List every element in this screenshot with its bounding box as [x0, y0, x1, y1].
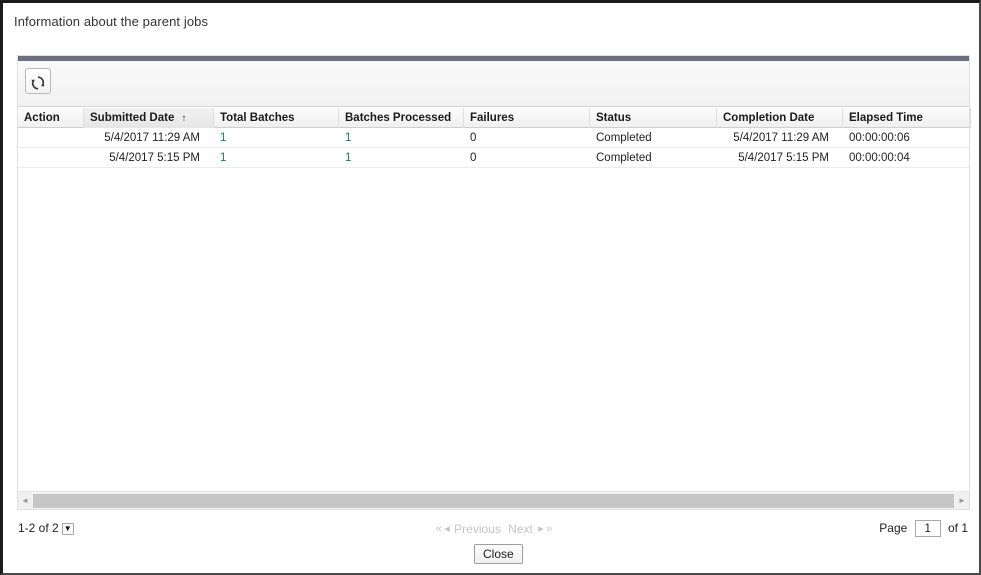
- column-header-status[interactable]: Status: [590, 108, 717, 128]
- previous-page-button[interactable]: Previous: [454, 522, 501, 536]
- cell-total-batches[interactable]: 1: [214, 148, 339, 168]
- sort-ascending-icon: ↑: [181, 113, 187, 124]
- column-header-label: Failures: [470, 112, 515, 124]
- cell-batches-processed[interactable]: 1: [339, 128, 464, 148]
- refresh-icon: [26, 74, 50, 92]
- cell-action: [18, 148, 84, 168]
- column-header-label: Action: [24, 112, 60, 124]
- next-page-button[interactable]: Next: [508, 522, 533, 536]
- cell-completion-date: 5/4/2017 11:29 AM: [733, 132, 829, 144]
- column-header-submitted-date[interactable]: Submitted Date ↑: [84, 108, 214, 128]
- cell-completion-date: 5/4/2017 5:15 PM: [738, 152, 829, 164]
- column-header-label: Status: [596, 112, 632, 124]
- page-title: Information about the parent jobs: [14, 14, 209, 29]
- cell-action: [18, 128, 84, 148]
- chevron-right-icon: ►: [958, 495, 966, 505]
- prev-page-icon[interactable]: ◂: [444, 522, 449, 535]
- column-header-total-batches[interactable]: Total Batches: [214, 108, 339, 128]
- column-header-label: Submitted Date: [90, 112, 175, 124]
- scrollbar-thumb[interactable]: [33, 494, 954, 508]
- column-header-label: Batches Processed: [345, 112, 452, 124]
- table-row[interactable]: 5/4/2017 5:15 PM 1 1 0 Completed 5/4/2017 5:1…: [18, 148, 969, 168]
- cell-failures: 0: [470, 132, 477, 144]
- column-header-label: Elapsed Time: [849, 112, 923, 124]
- cell-submitted-date: 5/4/2017 5:15 PM: [109, 152, 200, 164]
- column-header-label: Total Batches: [220, 112, 295, 124]
- cell-total-batches[interactable]: 1: [214, 128, 339, 148]
- page-number-input[interactable]: [914, 520, 941, 538]
- first-page-button[interactable]: «: [436, 523, 442, 535]
- jobs-list-container: Action Submitted Date ↑ Total Batches Batche…: [17, 55, 971, 510]
- cell-submitted-date: 5/4/2017 11:29 AM: [104, 132, 200, 144]
- cell-failures: 0: [470, 152, 477, 164]
- grid-body: 5/4/2017 11:29 AM 1 1 0 Completed 5/4/2017 11…: [18, 128, 969, 490]
- grid-toolbar: [18, 61, 969, 107]
- pager-bar: 1-2 of 2▼ « ◂ Previous Next ▸ » Page of …: [17, 518, 970, 540]
- chevron-left-icon: ◄: [21, 495, 29, 505]
- column-header-completion-date[interactable]: Completion Date: [717, 108, 843, 128]
- refresh-button[interactable]: [25, 68, 51, 94]
- cell-status: Completed: [596, 132, 652, 144]
- table-row[interactable]: 5/4/2017 11:29 AM 1 1 0 Completed 5/4/2017 11…: [18, 128, 969, 148]
- scroll-left-arrow[interactable]: ◄: [18, 492, 32, 509]
- horizontal-scrollbar[interactable]: ◄ ►: [18, 491, 969, 509]
- last-page-button[interactable]: »: [546, 523, 552, 535]
- column-header-label: Completion Date: [723, 112, 815, 124]
- column-header-batches-processed[interactable]: Batches Processed: [339, 108, 464, 128]
- page-label: Page: [879, 521, 908, 535]
- column-header-failures[interactable]: Failures: [464, 108, 590, 128]
- cell-status: Completed: [596, 152, 652, 164]
- dialog-window: Information about the parent jobs Action…: [0, 0, 981, 575]
- cell-elapsed-time: 00:00:00:06: [849, 132, 910, 144]
- cell-batches-processed[interactable]: 1: [339, 148, 464, 168]
- column-header-elapsed-time[interactable]: Elapsed Time: [843, 108, 971, 128]
- page-jump-group: Page of 1: [879, 519, 968, 538]
- close-button[interactable]: Close: [474, 544, 523, 564]
- cell-elapsed-time: 00:00:00:04: [849, 152, 910, 164]
- pager-navigation: « ◂ Previous Next ▸ »: [17, 521, 970, 536]
- page-total-label: of 1: [947, 521, 968, 535]
- next-page-icon[interactable]: ▸: [538, 522, 543, 535]
- dialog-body: Information about the parent jobs Action…: [3, 3, 979, 573]
- grid-header-row: Action Submitted Date ↑ Total Batches Batche…: [18, 108, 971, 128]
- column-header-action[interactable]: Action: [18, 108, 84, 128]
- scroll-right-arrow[interactable]: ►: [955, 492, 969, 509]
